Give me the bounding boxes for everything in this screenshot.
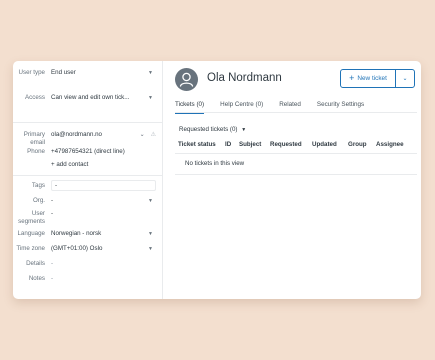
column-subject[interactable]: Subject (239, 141, 270, 153)
field-org[interactable]: Org. - ▼ (13, 197, 162, 206)
user-fields-panel: User type End user ▼ Access Can view and… (13, 61, 163, 299)
access-select[interactable]: Can view and edit own tick... (51, 94, 162, 102)
column-id[interactable]: ID (225, 141, 239, 153)
org-select[interactable]: - (51, 197, 162, 205)
field-label: Language (17, 230, 45, 237)
field-label: Details (26, 260, 45, 267)
add-contact-link[interactable]: + add contact (51, 161, 162, 169)
user-main-panel: Ola Nordmann + New ticket ⌄ Tickets (0) … (163, 61, 421, 299)
column-updated[interactable]: Updated (312, 141, 348, 153)
requested-tickets-title: Requested tickets (0) (179, 126, 238, 133)
field-notes[interactable]: Notes - (13, 275, 162, 284)
column-ticket-status[interactable]: Ticket status (178, 141, 225, 153)
field-label: User type (18, 69, 45, 76)
column-assignee[interactable]: Assignee (376, 141, 410, 153)
empty-state-text: No tickets in this view (175, 156, 417, 175)
notes-input[interactable]: - (51, 275, 162, 283)
user-avatar-icon (175, 68, 198, 91)
field-label: Time zone (16, 245, 45, 252)
new-ticket-dropdown-button[interactable]: ⌄ (396, 70, 414, 87)
field-label: Tags (31, 181, 45, 189)
new-ticket-button[interactable]: + New ticket (341, 70, 396, 87)
field-label: User segments (18, 210, 45, 225)
field-language[interactable]: Language Norwegian - norsk ▼ (13, 230, 162, 239)
add-contact-row[interactable]: + add contact (13, 161, 162, 170)
divider (13, 175, 162, 176)
user-name[interactable]: Ola Nordmann (207, 72, 282, 84)
chevron-down-icon: ▼ (241, 127, 247, 133)
time-zone-select[interactable]: (GMT+01:00) Oslo (51, 245, 162, 253)
field-label: Phone (27, 148, 45, 155)
field-phone[interactable]: Phone +47987654321 (direct line) (13, 148, 162, 157)
details-input[interactable]: - (51, 260, 162, 268)
chevron-down-icon: ▼ (148, 198, 153, 204)
column-group[interactable]: Group (348, 141, 376, 153)
field-tags[interactable]: Tags - (13, 180, 162, 191)
field-user-type[interactable]: User type End user ▼ (13, 69, 162, 83)
column-requested[interactable]: Requested (270, 141, 312, 153)
tickets-table-header: Ticket status ID Subject Requested Updat… (175, 141, 417, 154)
chevron-down-icon: ▼ (148, 231, 153, 237)
tags-input[interactable]: - (51, 180, 156, 191)
field-user-segments: User segments - (13, 210, 162, 227)
requested-tickets-toggle[interactable]: Requested tickets (0) ▼ (179, 126, 246, 133)
user-type-select[interactable]: End user (51, 69, 162, 77)
user-segments-value: - (51, 210, 54, 217)
field-label: Notes (28, 275, 45, 282)
field-label: Org. (32, 197, 45, 204)
field-access[interactable]: Access Can view and edit own tick... ▼ (13, 94, 162, 108)
new-ticket-button-group: + New ticket ⌄ (340, 69, 415, 88)
divider (175, 112, 417, 113)
chevron-down-icon: ▼ (148, 246, 153, 252)
field-label: Primary email (23, 131, 45, 146)
chevron-down-icon: ▼ (148, 95, 153, 101)
plus-icon: + (349, 73, 355, 83)
field-time-zone[interactable]: Time zone (GMT+01:00) Oslo ▼ (13, 245, 162, 254)
field-primary-email[interactable]: Primary email ola@nordmann.no ⌄ ⚠ (13, 131, 162, 147)
chevron-down-icon: ⌄ (402, 76, 408, 82)
field-label: Access (25, 94, 45, 101)
lock-icon: ⚠ (150, 132, 156, 138)
chevron-down-icon: ▼ (148, 70, 153, 76)
phone-field[interactable]: +47987654321 (direct line) (51, 148, 162, 156)
new-ticket-label: New ticket (357, 75, 387, 82)
field-details[interactable]: Details - (13, 260, 162, 269)
user-profile-card: User type End user ▼ Access Can view and… (13, 61, 421, 299)
chevron-down-icon[interactable]: ⌄ (140, 131, 145, 138)
language-select[interactable]: Norwegian - norsk (51, 230, 162, 238)
divider (13, 122, 162, 123)
